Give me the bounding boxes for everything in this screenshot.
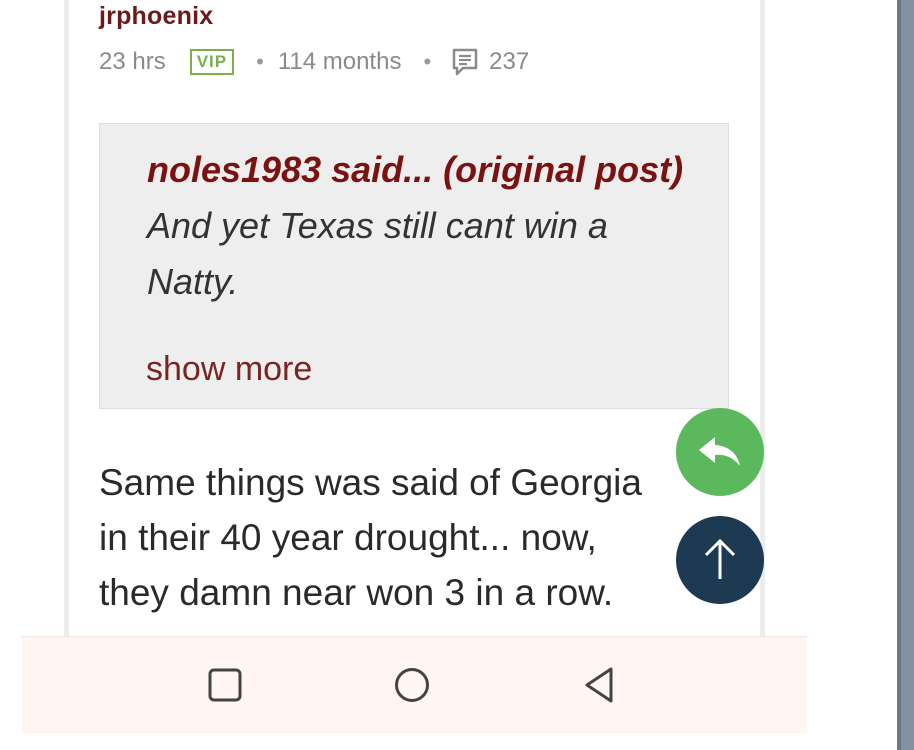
post-time: 23 hrs	[99, 48, 166, 75]
quote-author-link[interactable]: noles1983 said... (original post)	[147, 149, 683, 190]
reply-line: they damn near won 3 in a row.	[99, 572, 614, 613]
card-border-right	[760, 0, 765, 636]
vip-badge: VIP	[189, 49, 235, 75]
reply-line: Same things was said of Georgia	[99, 462, 642, 503]
recent-apps-button[interactable]	[205, 665, 245, 705]
outer-frame-shadow	[897, 0, 901, 750]
square-icon	[208, 668, 242, 702]
show-more-link[interactable]: show more	[146, 350, 312, 389]
reply-arrow-icon	[699, 437, 740, 466]
reply-line: in their 40 year drought... now,	[99, 517, 597, 558]
card-border-left	[64, 0, 69, 636]
quote-block: noles1983 said... (original post) And ye…	[99, 123, 729, 409]
back-button[interactable]	[579, 665, 619, 705]
reply-button[interactable]	[676, 408, 764, 496]
quote-text: And yet Texas still cant win a Natty.	[147, 205, 608, 302]
meta-separator: •	[256, 49, 264, 74]
scroll-to-top-button[interactable]	[676, 516, 764, 604]
comment-icon	[451, 47, 479, 77]
member-tenure: 114 months	[277, 48, 402, 75]
post-username[interactable]: jrphoenix	[99, 2, 213, 31]
quote-body: noles1983 said... (original post) And ye…	[147, 142, 707, 310]
screenshot: jrphoenix 23 hrs VIP • 114 months • 237 …	[0, 0, 914, 750]
arrow-up-icon	[704, 538, 736, 579]
android-nav-bar	[22, 636, 807, 733]
home-button[interactable]	[392, 665, 432, 705]
meta-separator: •	[423, 49, 432, 74]
post-count: 237	[489, 48, 530, 75]
reply-body: Same things was said of Georgia in their…	[99, 455, 719, 620]
triangle-back-icon	[585, 667, 613, 703]
post-meta: 23 hrs VIP • 114 months • 237	[99, 46, 529, 78]
circle-icon	[395, 668, 429, 702]
